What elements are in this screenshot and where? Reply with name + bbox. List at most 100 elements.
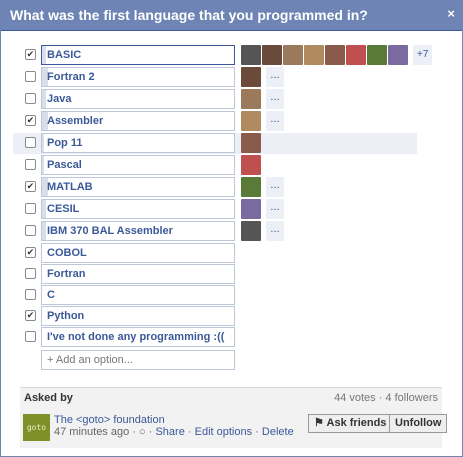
more-voters-button[interactable]: ... xyxy=(266,67,284,87)
post-meta: 47 minutes ago · ○ · Share · Edit option… xyxy=(54,426,294,438)
ask-friends-button[interactable]: ⚑ Ask friends xyxy=(308,414,393,433)
avatar[interactable] xyxy=(241,45,261,65)
option-checkbox[interactable] xyxy=(25,268,36,279)
delete-link[interactable]: Delete xyxy=(262,426,294,438)
avatar[interactable] xyxy=(367,45,387,65)
more-voters-button[interactable]: ... xyxy=(266,111,284,131)
option-row: IBM 370 BAL Assembler... xyxy=(1,221,462,242)
option-checkbox[interactable] xyxy=(25,331,36,342)
vote-bar xyxy=(42,222,46,240)
author-link[interactable]: The <goto> foundation xyxy=(54,414,165,426)
voter-avatars xyxy=(241,133,262,153)
vote-bar xyxy=(42,90,46,108)
option-row: Pascal xyxy=(1,155,462,176)
option-label: C xyxy=(47,289,55,301)
option-row: ✔ Assembler... xyxy=(1,111,462,132)
option-field[interactable]: Java xyxy=(41,89,235,109)
option-checkbox[interactable]: ✔ xyxy=(25,247,36,258)
option-field[interactable]: Pop 11 xyxy=(41,133,235,153)
avatar[interactable] xyxy=(325,45,345,65)
voter-avatars: ... xyxy=(241,177,284,197)
option-field[interactable]: Fortran xyxy=(41,264,235,284)
option-field[interactable]: MATLAB xyxy=(41,177,235,197)
option-checkbox[interactable]: ✔ xyxy=(25,310,36,321)
option-label: MATLAB xyxy=(47,181,93,193)
option-row: ✔ Python xyxy=(1,306,462,327)
option-field[interactable]: CESIL xyxy=(41,199,235,219)
more-voters-button[interactable]: ... xyxy=(266,89,284,109)
option-field[interactable]: IBM 370 BAL Assembler xyxy=(41,221,235,241)
option-field[interactable]: C xyxy=(41,285,235,305)
separator: · xyxy=(132,426,140,438)
option-label: I've not done any programming :(( xyxy=(47,331,225,343)
option-checkbox[interactable] xyxy=(25,71,36,82)
option-checkbox[interactable] xyxy=(25,225,36,236)
option-checkbox[interactable] xyxy=(25,289,36,300)
option-field[interactable]: COBOL xyxy=(41,243,235,263)
avatar[interactable] xyxy=(241,221,261,241)
asked-by-label: Asked by xyxy=(24,392,73,404)
question-title: What was the first language that you pro… xyxy=(10,7,368,23)
voter-avatars: ... xyxy=(241,67,284,87)
author-logo[interactable]: goto xyxy=(23,414,50,441)
option-checkbox[interactable]: ✔ xyxy=(25,181,36,192)
more-voters-count[interactable]: +7 xyxy=(413,45,433,65)
vote-bar xyxy=(42,156,44,174)
option-label: Java xyxy=(47,93,72,105)
option-row: ✔ COBOL xyxy=(1,243,462,264)
voter-avatars: ... xyxy=(241,111,284,131)
avatar[interactable] xyxy=(241,177,261,197)
avatar[interactable] xyxy=(241,111,261,131)
avatar[interactable] xyxy=(283,45,303,65)
avatar[interactable] xyxy=(241,67,261,87)
more-voters-button[interactable]: ... xyxy=(266,177,284,197)
vote-bar xyxy=(42,134,44,152)
option-label: CESIL xyxy=(47,203,80,215)
edit-options-link[interactable]: Edit options xyxy=(195,426,252,438)
option-label: BASIC xyxy=(47,49,82,61)
dialog-titlebar: What was the first language that you pro… xyxy=(1,1,462,31)
unfollow-button[interactable]: Unfollow xyxy=(389,414,448,433)
option-row: ✔ BASIC +7 xyxy=(1,45,462,66)
option-label: Python xyxy=(47,310,85,322)
option-checkbox[interactable]: ✔ xyxy=(25,49,36,60)
option-row: ✔ MATLAB... xyxy=(1,177,462,198)
more-voters-button[interactable]: ... xyxy=(266,221,284,241)
option-checkbox[interactable] xyxy=(25,159,36,170)
option-checkbox[interactable] xyxy=(25,93,36,104)
share-link[interactable]: Share xyxy=(155,426,184,438)
option-label: Fortran 2 xyxy=(47,71,95,83)
unfollow-label: Unfollow xyxy=(395,417,442,429)
option-row: Fortran xyxy=(1,264,462,285)
option-field[interactable]: Assembler xyxy=(41,111,235,131)
option-label: IBM 370 BAL Assembler xyxy=(47,225,173,237)
option-checkbox[interactable] xyxy=(25,203,36,214)
option-row: C xyxy=(1,285,462,306)
avatar[interactable] xyxy=(241,199,261,219)
voter-avatars: ... xyxy=(241,221,284,241)
avatar[interactable] xyxy=(388,45,408,65)
option-label: COBOL xyxy=(47,247,87,259)
avatar[interactable] xyxy=(241,89,261,109)
close-icon[interactable]: × xyxy=(447,6,455,21)
poll-footer: Asked by 44 votes · 4 followers goto The… xyxy=(20,387,448,448)
avatar[interactable] xyxy=(241,133,261,153)
separator: · xyxy=(187,426,195,438)
avatar[interactable] xyxy=(262,45,282,65)
more-voters-button[interactable]: ... xyxy=(266,199,284,219)
option-field[interactable]: Pascal xyxy=(41,155,235,175)
option-field[interactable]: BASIC xyxy=(41,45,235,65)
avatar[interactable] xyxy=(241,155,261,175)
option-field[interactable]: Python xyxy=(41,306,235,326)
option-label: Pop 11 xyxy=(47,137,83,149)
vote-follower-stats: 44 votes · 4 followers xyxy=(334,392,438,404)
option-checkbox[interactable] xyxy=(25,137,36,148)
flag-icon: ⚑ xyxy=(314,417,327,429)
option-field[interactable]: I've not done any programming :(( xyxy=(41,327,235,347)
option-field[interactable]: Fortran 2 xyxy=(41,67,235,87)
option-checkbox[interactable]: ✔ xyxy=(25,115,36,126)
add-option-input[interactable]: + Add an option... xyxy=(41,350,235,370)
avatar[interactable] xyxy=(346,45,366,65)
avatar[interactable] xyxy=(304,45,324,65)
voter-avatars: ... xyxy=(241,199,284,219)
